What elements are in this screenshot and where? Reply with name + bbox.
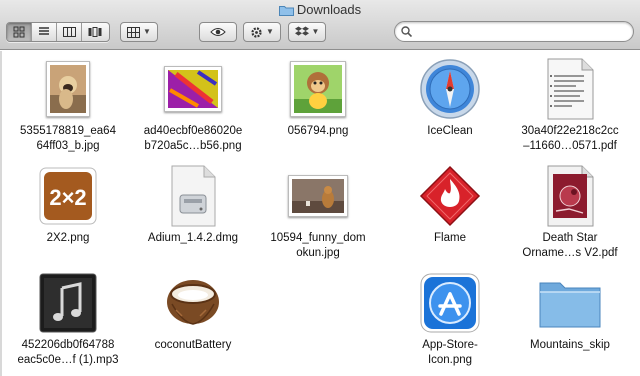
- pdf-document-icon: [547, 58, 594, 120]
- iceclean-compass-icon: [420, 59, 480, 119]
- icon-view-button[interactable]: [7, 23, 32, 41]
- view-mode-control: [6, 22, 110, 42]
- file-name-line1: Adium_1.4.2.dmg: [147, 232, 239, 244]
- file-name-line1: 30a40f22e218c2cc: [521, 125, 619, 137]
- dropbox-button[interactable]: ▼: [288, 22, 326, 42]
- file-item[interactable]: 2×2 2X2.png: [6, 164, 130, 246]
- file-name-line1: coconutBattery: [154, 339, 232, 351]
- file-name-line1: Death Star: [542, 232, 598, 244]
- quick-look-button[interactable]: [199, 22, 237, 42]
- gear-icon: [251, 26, 262, 38]
- list-view-button[interactable]: [32, 23, 57, 41]
- eye-icon: [210, 28, 226, 36]
- file-name-line1: 452206db0f64788: [21, 339, 115, 351]
- window-title-text: Downloads: [296, 2, 362, 17]
- file-name-line1: IceClean: [427, 125, 473, 137]
- cover-flow-view-button[interactable]: [82, 23, 107, 41]
- file-name-line1: 056794.png: [287, 125, 349, 137]
- file-item[interactable]: 5355178819_ea64 64ff03_b.jpg: [6, 57, 130, 154]
- column-view-button[interactable]: [57, 23, 82, 41]
- file-name-line1: Flame: [434, 232, 466, 244]
- file-name-line1: 5355178819_ea64: [20, 125, 116, 137]
- dropbox-icon: [294, 26, 309, 36]
- brown-photo-thumbnail: [288, 175, 348, 217]
- file-name-line2: –11660…0571.pdf: [523, 140, 617, 152]
- monkey-game-thumbnail: [290, 61, 346, 117]
- file-name-line2: 64ff03_b.jpg: [36, 140, 100, 152]
- file-item[interactable]: coconutBattery: [131, 271, 255, 353]
- blue-folder-icon: [539, 282, 601, 328]
- file-item[interactable]: Adium_1.4.2.dmg: [131, 164, 255, 246]
- file-item[interactable]: 10594_funny_dom okun.jpg: [256, 164, 380, 261]
- colorful-image-thumbnail: [164, 66, 222, 112]
- arrange-grid-icon: [127, 26, 141, 38]
- file-item[interactable]: Mountains_skip: [508, 271, 632, 353]
- chevron-down-icon: ▼: [311, 27, 320, 36]
- file-item[interactable]: Flame: [388, 164, 512, 246]
- file-item[interactable]: Death Star Orname…s V2.pdf: [508, 164, 632, 261]
- search-field[interactable]: [394, 21, 634, 42]
- file-icon-grid: 5355178819_ea64 64ff03_b.jpg ad40ecbf0e86…: [0, 51, 640, 376]
- pug-photo-thumbnail: [46, 61, 90, 117]
- 2x2-tile-icon: 2×2: [39, 167, 97, 225]
- file-item[interactable]: ad40ecbf0e86020e b720a5c…b56.png: [131, 57, 255, 154]
- folder-icon: [278, 6, 294, 16]
- file-item[interactable]: App-Store- Icon.png: [388, 271, 512, 368]
- search-icon: [401, 26, 412, 37]
- cover-flow-icon: [88, 27, 101, 37]
- disk-image-icon: [171, 165, 216, 227]
- file-name-line2: Orname…s V2.pdf: [522, 247, 618, 259]
- file-item[interactable]: IceClean: [388, 57, 512, 139]
- arrange-button[interactable]: ▼: [120, 22, 158, 42]
- file-name-line2: okun.jpg: [296, 247, 340, 259]
- file-item[interactable]: 056794.png: [256, 57, 380, 139]
- coconut-icon: [167, 280, 219, 325]
- file-name-line1: 10594_funny_dom: [270, 232, 366, 244]
- app-store-icon: [420, 273, 480, 333]
- red-pdf-document-icon: [547, 165, 594, 227]
- file-item[interactable]: 30a40f22e218c2cc –11660…0571.pdf: [508, 57, 632, 154]
- chevron-down-icon: ▼: [266, 27, 274, 36]
- file-name-line2: Icon.png: [427, 354, 473, 366]
- file-name-line1: 2X2.png: [46, 232, 90, 244]
- file-item[interactable]: 452206db0f64788 eac5c0e…f (1).mp3: [6, 271, 130, 368]
- flame-app-icon: [419, 165, 481, 227]
- action-button[interactable]: ▼: [243, 22, 281, 42]
- file-name-line2: b720a5c…b56.png: [144, 140, 242, 152]
- svg-text:2×2: 2×2: [49, 185, 86, 210]
- file-name-line1: ad40ecbf0e86020e: [143, 125, 243, 137]
- chevron-down-icon: ▼: [143, 27, 151, 36]
- window-title: Downloads: [0, 2, 640, 17]
- file-name-line2: eac5c0e…f (1).mp3: [17, 354, 119, 366]
- icon-view-icon: [13, 26, 25, 38]
- file-name-line1: App-Store-: [422, 339, 478, 351]
- list-view-icon: [39, 27, 49, 35]
- finder-toolbar: Downloads ▼ ▼ ▼: [0, 0, 640, 50]
- music-note-icon: [39, 273, 97, 333]
- file-name-line1: Mountains_skip: [530, 339, 610, 351]
- search-input[interactable]: [417, 24, 617, 39]
- column-view-icon: [62, 27, 76, 37]
